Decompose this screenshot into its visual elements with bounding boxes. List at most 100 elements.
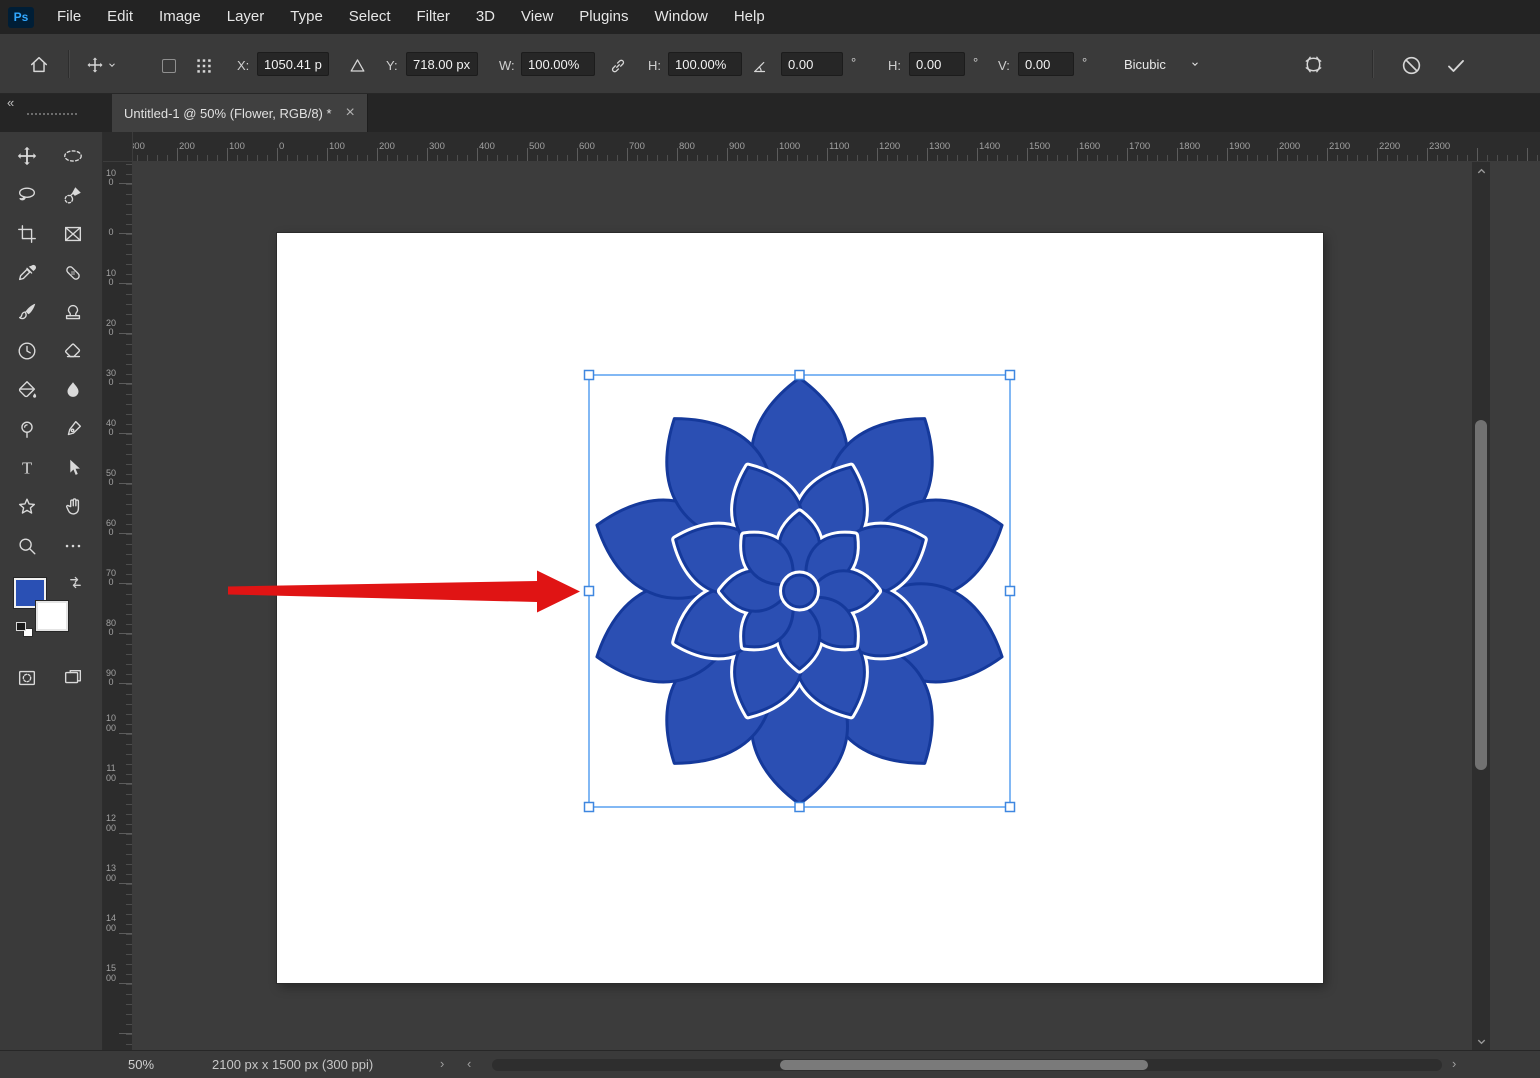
tool-preset-move-icon[interactable]: [86, 56, 117, 74]
healing-brush-tool[interactable]: [55, 255, 91, 291]
transform-handle-n[interactable]: [795, 371, 804, 380]
menu-plugins[interactable]: Plugins: [566, 0, 641, 34]
eraser-tool[interactable]: [55, 333, 91, 369]
scroll-up-icon[interactable]: [1472, 164, 1490, 178]
history-brush-tool[interactable]: [9, 333, 45, 369]
clone-stamp-tool[interactable]: [55, 294, 91, 330]
menu-layer[interactable]: Layer: [214, 0, 278, 34]
h-skew-input[interactable]: [909, 52, 965, 76]
menu-window[interactable]: Window: [641, 0, 720, 34]
menu-filter[interactable]: Filter: [404, 0, 463, 34]
horizontal-ruler: 3002001000100200300400500600700800900100…: [133, 132, 1540, 162]
transform-handle-e[interactable]: [1006, 587, 1015, 596]
transform-handle-s[interactable]: [795, 803, 804, 812]
vertical-scrollbar[interactable]: [1472, 162, 1490, 1050]
toggle-reference-point-checkbox[interactable]: [162, 59, 176, 73]
type-tool[interactable]: T: [9, 450, 45, 486]
paint-bucket-tool[interactable]: [9, 372, 45, 408]
hruler-label: 1400: [979, 141, 1000, 152]
status-chevron-left[interactable]: ‹: [467, 1056, 471, 1071]
delta-icon[interactable]: [348, 56, 367, 75]
pen-tool[interactable]: [55, 411, 91, 447]
vruler-label: 1300: [106, 864, 116, 883]
swap-colors-icon[interactable]: [68, 575, 83, 595]
quick-mask-tool[interactable]: [9, 660, 45, 696]
y-label: Y:: [386, 58, 398, 73]
document-tab[interactable]: Untitled-1 @ 50% (Flower, RGB/8) * ×: [112, 94, 368, 132]
transform-handle-ne[interactable]: [1006, 371, 1015, 380]
dodge-tool[interactable]: [9, 411, 45, 447]
reference-point-grid-icon[interactable]: [194, 56, 214, 76]
hruler-label: 300: [133, 141, 145, 152]
path-selection-tool[interactable]: [55, 450, 91, 486]
horizontal-scrollbar[interactable]: [492, 1059, 1442, 1071]
warp-mode-icon[interactable]: [1302, 53, 1325, 76]
marquee-tool[interactable]: [55, 138, 91, 174]
transform-handle-sw[interactable]: [585, 803, 594, 812]
horizontal-scroll-thumb[interactable]: [780, 1060, 1148, 1070]
blur-tool[interactable]: [55, 372, 91, 408]
quick-selection-tool[interactable]: [55, 177, 91, 213]
zoom-tool[interactable]: [9, 528, 45, 564]
scroll-down-icon[interactable]: [1472, 1034, 1490, 1048]
menu-bar: Ps FileEditImageLayerTypeSelectFilter3DV…: [0, 0, 1540, 34]
h-skew-degree-unit: °: [973, 55, 978, 70]
hruler-label: 1600: [1079, 141, 1100, 152]
home-icon[interactable]: [28, 54, 50, 76]
vertical-scroll-thumb[interactable]: [1475, 420, 1487, 770]
menu-view[interactable]: View: [508, 0, 566, 34]
background-color-swatch[interactable]: [36, 601, 68, 631]
more-tool[interactable]: [55, 528, 91, 564]
menu-select[interactable]: Select: [336, 0, 404, 34]
y-input[interactable]: [406, 52, 478, 76]
options-bar: X: Y: W: H: ° H: ° V: ° Bicubic: [0, 34, 1540, 94]
options-separator: [68, 50, 69, 78]
x-input[interactable]: [257, 52, 329, 76]
interpolation-dropdown[interactable]: Bicubic: [1118, 52, 1206, 76]
menu-file[interactable]: File: [44, 0, 94, 34]
menu-edit[interactable]: Edit: [94, 0, 146, 34]
default-colors-icon[interactable]: [16, 622, 34, 638]
v-skew-input[interactable]: [1018, 52, 1074, 76]
height-input[interactable]: [668, 52, 742, 76]
move-tool[interactable]: [9, 138, 45, 174]
width-input[interactable]: [521, 52, 595, 76]
transform-handle-nw[interactable]: [585, 371, 594, 380]
zoom-level[interactable]: 50%: [128, 1057, 154, 1072]
status-chevron-right[interactable]: ›: [440, 1056, 444, 1071]
hruler-label: 1700: [1129, 141, 1150, 152]
crop-tool[interactable]: [9, 216, 45, 252]
menu-help[interactable]: Help: [721, 0, 778, 34]
frame-tool[interactable]: [55, 216, 91, 252]
rotation-degree-unit: °: [851, 55, 856, 70]
canvas-area[interactable]: [133, 162, 1540, 1050]
document-tab-title: Untitled-1 @ 50% (Flower, RGB/8) *: [124, 106, 332, 121]
menu-3d[interactable]: 3D: [463, 0, 508, 34]
transform-handle-se[interactable]: [1006, 803, 1015, 812]
rotate-angle-icon[interactable]: [751, 58, 769, 76]
eyedropper-tool[interactable]: [9, 255, 45, 291]
tab-close-icon[interactable]: ×: [346, 105, 355, 121]
link-dimensions-icon[interactable]: [608, 56, 628, 76]
rotation-input[interactable]: [781, 52, 843, 76]
chevron-down-icon: [107, 60, 117, 70]
cancel-transform-icon[interactable]: [1400, 54, 1423, 77]
menu-type[interactable]: Type: [277, 0, 336, 34]
lasso-tool[interactable]: [9, 177, 45, 213]
status-scroll-right-icon[interactable]: ›: [1452, 1056, 1456, 1071]
hand-tool[interactable]: [55, 489, 91, 525]
hruler-label: 1300: [929, 141, 950, 152]
chevron-down-icon: [1190, 59, 1200, 69]
toolbar-grip[interactable]: [27, 113, 77, 115]
w-label: W:: [499, 58, 515, 73]
hruler-label: 700: [629, 141, 645, 152]
menu-image[interactable]: Image: [146, 0, 214, 34]
collapse-toolbar-button[interactable]: «: [7, 95, 14, 110]
transform-handle-w[interactable]: [585, 587, 594, 596]
commit-transform-icon[interactable]: [1444, 54, 1468, 78]
custom-shape-tool[interactable]: [9, 489, 45, 525]
vruler-label: 900: [106, 669, 116, 688]
screen-mode-tool[interactable]: [55, 660, 91, 696]
brush-tool[interactable]: [9, 294, 45, 330]
hruler-label: 500: [529, 141, 545, 152]
